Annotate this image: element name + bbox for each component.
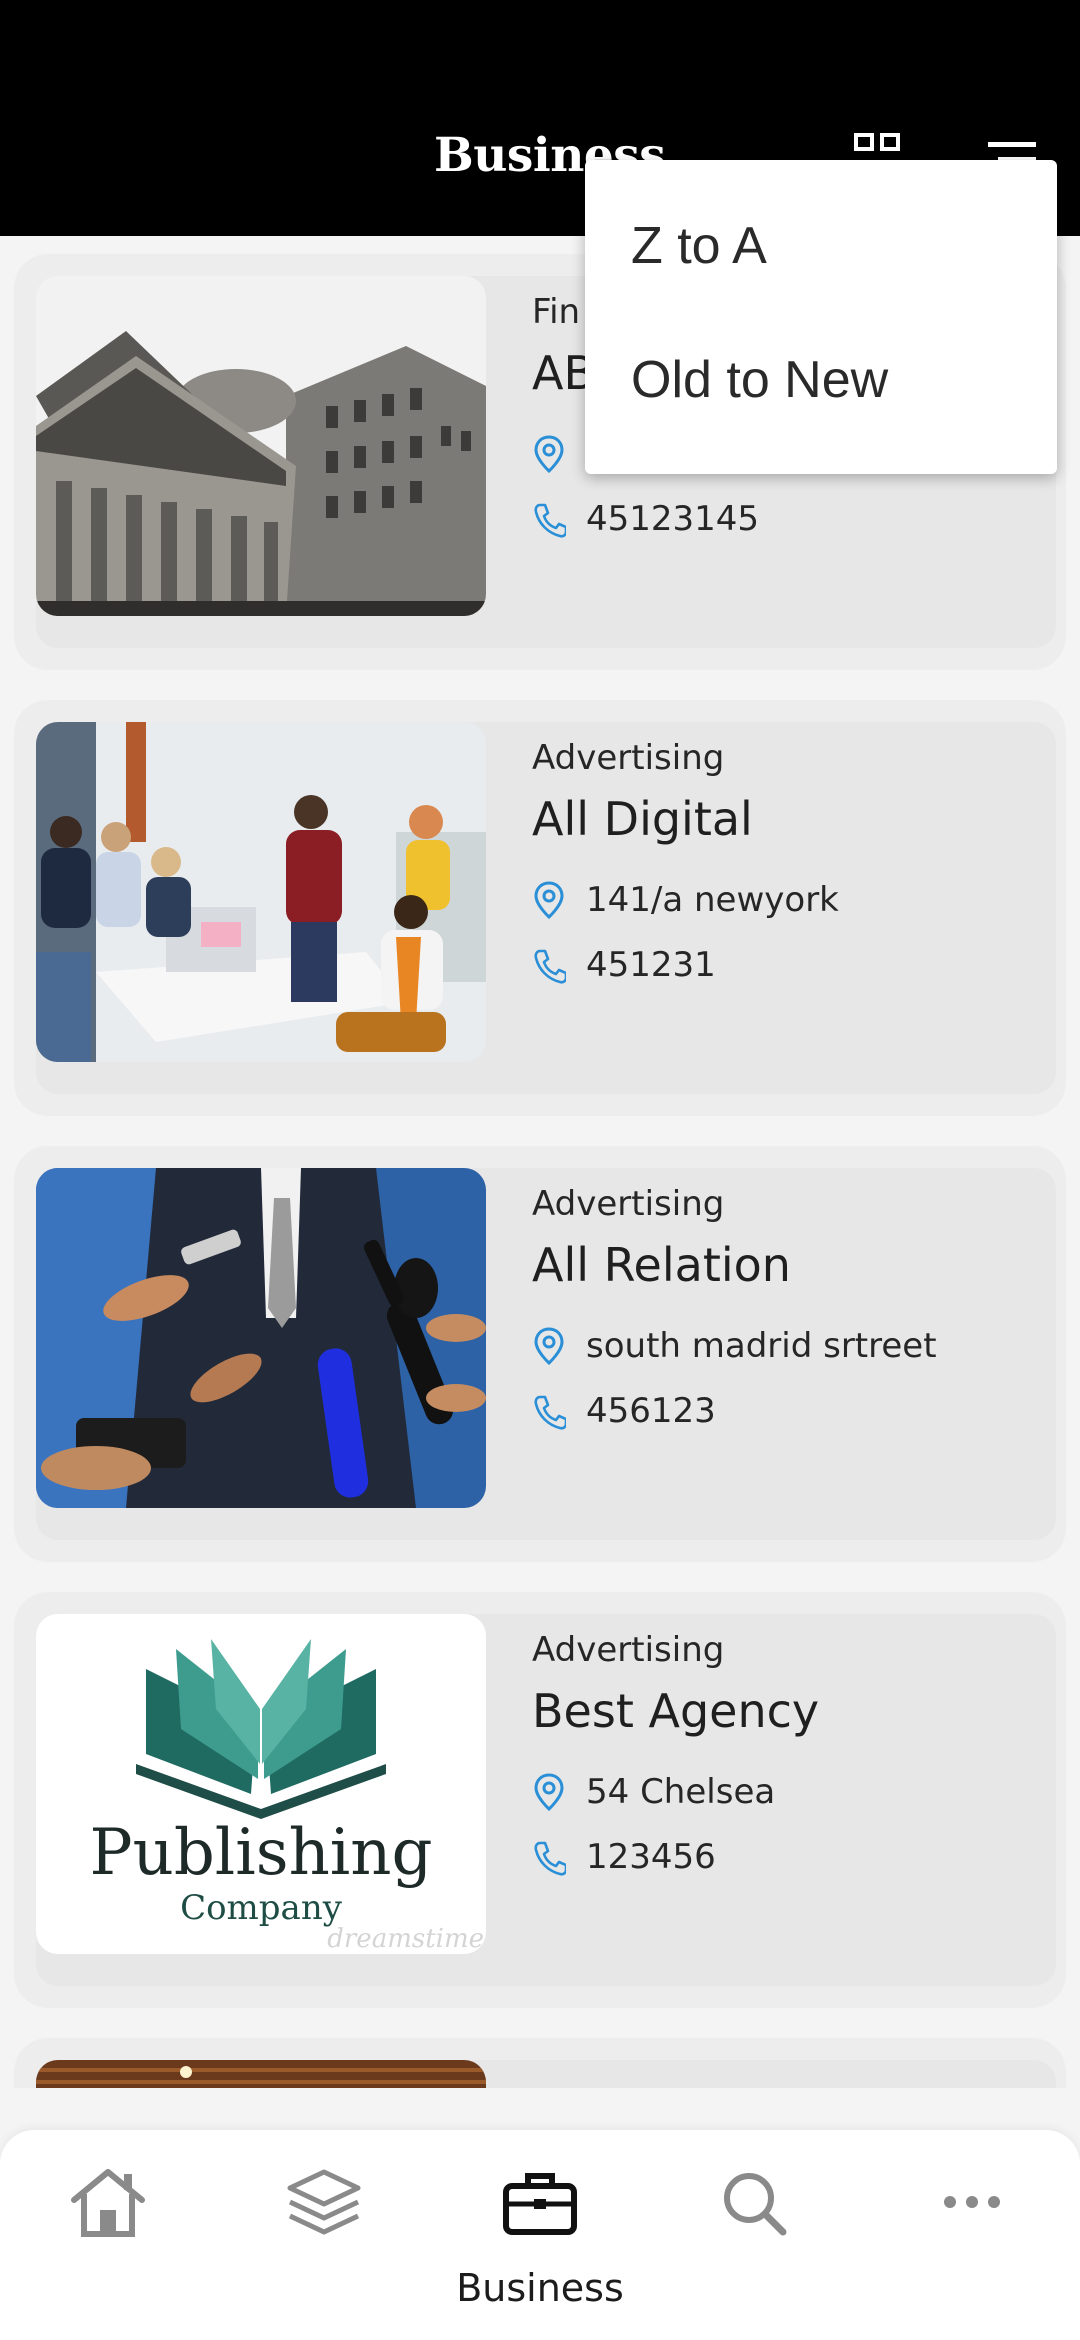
home-icon [71,2169,145,2237]
phone-row: 451231 [532,943,716,987]
business-card[interactable]: Publishing Company dreamstime Advertisin… [14,1592,1066,2008]
business-category: Advertising [532,738,725,778]
business-name: All Digital [532,792,753,846]
phone-icon [534,1841,566,1876]
nav-business-label: Business [456,2266,624,2310]
address-row: 141/a newyork [532,878,839,922]
logo-text-line1: Publishing [90,1816,433,1890]
grid-view-icon[interactable] [854,132,900,162]
phone-icon [534,1395,566,1430]
location-pin-icon [534,881,564,920]
bottom-navigation: Business [0,2130,1080,2340]
business-address: south madrid srtreet [586,1326,937,1366]
business-phone: 456123 [586,1391,716,1431]
nav-more[interactable] [912,2166,1032,2316]
business-name: All Relation [532,1238,791,1292]
phone-row: 123456 [532,1835,716,1879]
business-image [36,722,486,1062]
sort-option-old-to-new[interactable]: Old to New [631,350,888,410]
business-address: 141/a newyork [586,880,839,920]
business-image [36,1168,486,1508]
business-name: Best Agency [532,1684,820,1738]
sort-option-z-to-a[interactable]: Z to A [631,216,767,276]
business-phone: 451231 [586,945,716,985]
briefcase-icon [503,2173,577,2235]
business-category: Advertising [532,1630,725,1670]
phone-row: 45123145 [532,497,759,541]
nav-home[interactable] [48,2166,168,2316]
more-icon [944,2196,1000,2208]
business-image [36,276,486,616]
location-pin-icon [534,435,564,474]
business-list[interactable]: Fin AB 45123145 Advertising All Digital … [0,236,1080,2088]
phone-icon [534,503,566,538]
business-image [36,2060,486,2088]
nav-search[interactable] [695,2166,815,2316]
nav-business[interactable]: Business [456,2166,624,2316]
address-row: 54 Chelsea [532,1770,775,1814]
business-category: Fin [532,292,581,332]
location-pin-icon [534,1773,564,1812]
address-row: south madrid srtreet [532,1324,937,1368]
logo-text-line2: Company [180,1888,343,1928]
business-phone: 123456 [586,1837,716,1877]
sort-dropdown-menu: Z to A Old to New [585,160,1057,474]
business-card[interactable]: Advertising All Digital 141/a newyork 45… [14,700,1066,1116]
business-image: Publishing Company dreamstime [36,1614,486,1954]
business-card[interactable] [14,2038,1066,2088]
phone-icon [534,949,566,984]
watermark-text: dreamstime [327,1924,484,1954]
search-icon [724,2173,787,2236]
address-row [532,432,586,476]
business-phone: 45123145 [586,499,760,539]
business-category: Advertising [532,1184,725,1224]
business-address: 54 Chelsea [586,1772,776,1812]
layers-icon [287,2169,361,2235]
nav-categories[interactable] [264,2166,384,2316]
business-card[interactable]: Advertising All Relation south madrid sr… [14,1146,1066,1562]
location-pin-icon [534,1327,564,1366]
phone-row: 456123 [532,1389,716,1433]
